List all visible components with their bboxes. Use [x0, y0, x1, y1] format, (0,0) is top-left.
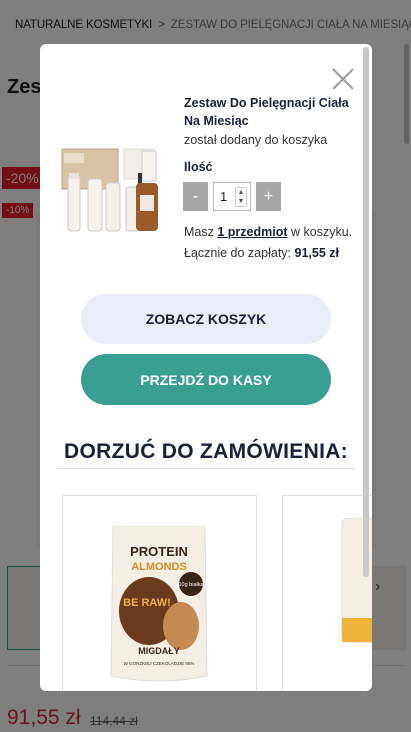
- recommendations-heading: DORZUĆ DO ZAMÓWIENIA:: [64, 440, 348, 463]
- quantity-increase-button[interactable]: +: [256, 182, 281, 211]
- quantity-input[interactable]: 1 ▲ ▼: [213, 182, 251, 211]
- checkout-button[interactable]: PRZEJDŹ DO KASY: [81, 354, 331, 405]
- recommended-product-card[interactable]: [282, 495, 372, 691]
- cart-count-text: Masz 1 przedmiot w koszyku.: [184, 225, 352, 239]
- divider: [57, 468, 355, 469]
- quantity-label: Ilość: [184, 160, 213, 174]
- cart-count-link[interactable]: 1 przedmiot: [217, 225, 287, 239]
- rec-text-flavor: MIGDAŁY: [138, 646, 180, 656]
- cart-total-label: Łącznie do zapłaty:: [184, 246, 292, 260]
- quantity-decrease-button[interactable]: -: [183, 182, 208, 211]
- recommended-product-card[interactable]: PROTEIN ALMONDS 10g białka BE RAW! MIGDA…: [62, 495, 257, 691]
- rec-text-badge: 10g białka: [178, 582, 204, 588]
- spin-down-icon[interactable]: ▼: [238, 197, 245, 206]
- recommended-product-image: PROTEIN ALMONDS 10g białka BE RAW! MIGDA…: [110, 526, 208, 682]
- close-icon[interactable]: [331, 67, 355, 91]
- cart-total: Łącznie do zapłaty: 91,55 zł: [184, 246, 339, 260]
- add-to-cart-modal: Zestaw Do Pielęgnacji Ciała Na Miesiąc z…: [40, 44, 372, 691]
- rec-text-line2: ALMONDS: [131, 561, 187, 573]
- modal-scrollbar[interactable]: [363, 47, 369, 577]
- quantity-value: 1: [220, 189, 228, 204]
- modal-product-name[interactable]: Zestaw Do Pielęgnacji Ciała Na Miesiąc: [184, 94, 364, 130]
- rec-text-subtitle: W GORZKIEJ CZEKOLADZIE 86%: [124, 661, 195, 666]
- rec-text-brand: BE RAW!: [123, 597, 171, 609]
- quantity-spinner[interactable]: ▲ ▼: [235, 187, 247, 207]
- cart-total-value: 91,55 zł: [294, 246, 339, 260]
- quantity-stepper: - 1 ▲ ▼ +: [183, 182, 281, 211]
- rec-text-line1: PROTEIN: [130, 544, 188, 559]
- product-image: [61, 148, 158, 232]
- view-cart-button[interactable]: ZOBACZ KOSZYK: [81, 294, 331, 344]
- cart-count-suffix: w koszyku.: [291, 225, 353, 239]
- cart-count-prefix: Masz: [184, 225, 214, 239]
- added-to-cart-message: został dodany do koszyka: [184, 133, 328, 147]
- spin-up-icon[interactable]: ▲: [238, 188, 245, 197]
